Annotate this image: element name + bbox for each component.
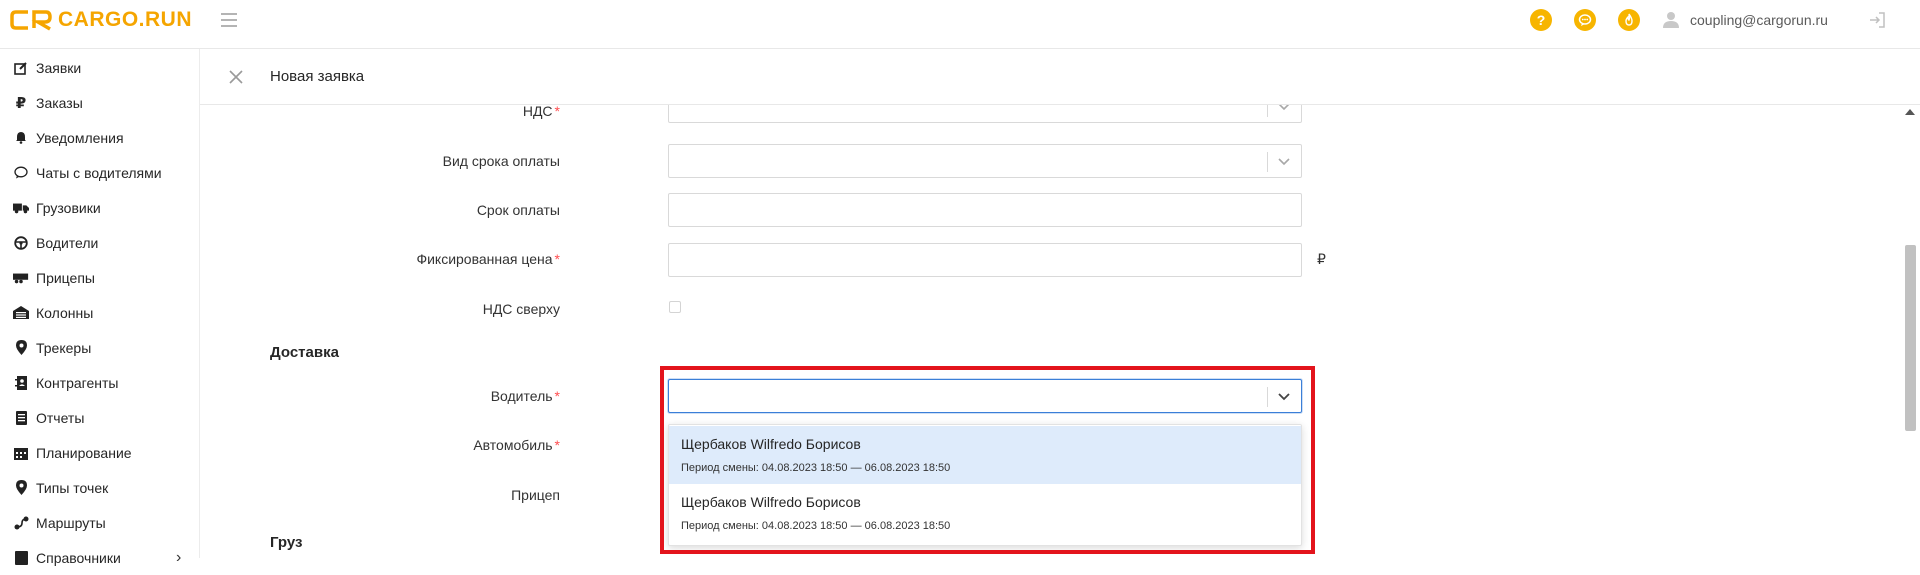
content-header: Новая заявка: [200, 49, 1920, 105]
sidebar-item-routes[interactable]: Маршруты: [0, 505, 199, 540]
driver-option[interactable]: Щербаков Wilfredo Борисов Период смены: …: [669, 426, 1301, 484]
map-pin-icon: [13, 340, 29, 356]
sidebar-item-point-types[interactable]: Типы точек: [0, 470, 199, 505]
contacts-icon: [13, 375, 29, 391]
driver-option-name: Щербаков Wilfredo Борисов: [681, 494, 861, 510]
scrollbar[interactable]: [1900, 105, 1920, 558]
driver-select[interactable]: [668, 379, 1302, 413]
steering-wheel-icon: [13, 235, 29, 251]
sidebar-item-notifications[interactable]: Уведомления: [0, 120, 199, 155]
ruble-icon: ₽: [15, 94, 27, 112]
sidebar-item-driver-chats[interactable]: Чаты с водителями: [0, 155, 199, 190]
user-avatar-icon: [1663, 12, 1679, 28]
driver-label: Водитель *: [490, 388, 560, 404]
truck-icon: [13, 200, 29, 216]
page-title: Новая заявка: [270, 68, 365, 85]
sidebar-item-label: Уведомления: [36, 129, 124, 146]
edit-icon: [13, 60, 29, 76]
payment-term-type-label: Вид срока оплаты: [442, 153, 560, 169]
garage-icon: [13, 305, 29, 321]
delivery-section-title: Доставка: [270, 344, 339, 361]
chevron-down-icon: [1278, 105, 1290, 111]
nds-on-top-checkbox[interactable]: [669, 301, 681, 313]
sidebar-item-contractors[interactable]: Контрагенты: [0, 365, 199, 400]
vehicle-label: Автомобиль *: [473, 437, 560, 453]
scroll-up-icon[interactable]: [1905, 109, 1915, 115]
cargo-section-title: Груз: [270, 534, 303, 551]
sidebar-item-trailers[interactable]: Прицепы: [0, 260, 199, 295]
sidebar-item-label: Типы точек: [36, 479, 109, 496]
sidebar-item-requests[interactable]: Заявки: [0, 50, 199, 85]
report-icon: [13, 410, 29, 426]
sidebar-item-orders[interactable]: ₽ Заказы: [0, 85, 199, 120]
driver-option[interactable]: Щербаков Wilfredo Борисов Период смены: …: [669, 484, 1301, 542]
logo[interactable]: CARGO.RUN: [10, 7, 192, 33]
chat-bubble-icon: [13, 165, 29, 181]
sidebar-item-label: Контрагенты: [36, 374, 119, 391]
payment-term-type-select[interactable]: [668, 144, 1302, 178]
help-icon[interactable]: ?: [1530, 9, 1552, 31]
fire-icon[interactable]: [1618, 9, 1640, 31]
sidebar-item-label: Колонны: [36, 304, 94, 321]
menu-toggle-icon[interactable]: [221, 13, 237, 27]
calendar-icon: [13, 445, 29, 461]
sidebar-item-trackers[interactable]: Трекеры: [0, 330, 199, 365]
trailer-label: Прицеп: [511, 487, 560, 503]
sidebar-item-reports[interactable]: Отчеты: [0, 400, 199, 435]
driver-dropdown: Щербаков Wilfredo Борисов Период смены: …: [668, 424, 1302, 546]
sidebar-item-drivers[interactable]: Водители: [0, 225, 199, 260]
nds-on-top-label: НДС сверху: [482, 301, 560, 317]
currency-symbol: ₽: [1317, 251, 1326, 267]
route-icon: [13, 515, 29, 531]
logo-mark-icon: [10, 10, 52, 31]
sidebar-item-planning[interactable]: Планирование: [0, 435, 199, 470]
sidebar-item-label: Заказы: [36, 94, 83, 111]
sidebar-item-label: Отчеты: [36, 409, 85, 426]
request-form: НДС * Вид срока оплаты Срок оплаты Фиксир…: [200, 105, 1900, 558]
sidebar-item-label: Грузовики: [36, 199, 101, 216]
sidebar-item-label: Планирование: [36, 444, 132, 461]
driver-option-period: Период смены: 04.08.2023 18:50 — 06.08.2…: [681, 520, 951, 532]
sidebar-item-label: Заявки: [36, 59, 82, 76]
sidebar: Заявки ₽ Заказы Уведомления Чаты с водит…: [0, 49, 200, 566]
chat-icon[interactable]: [1574, 9, 1596, 31]
sidebar-item-label: Прицепы: [36, 269, 95, 286]
chevron-down-icon: [1278, 393, 1290, 401]
sidebar-item-label: Водители: [36, 234, 99, 251]
driver-option-period: Период смены: 04.08.2023 18:50 — 06.08.2…: [681, 462, 951, 474]
bell-icon: [13, 130, 29, 146]
nds-label: НДС *: [522, 105, 560, 119]
sidebar-item-label: Маршруты: [36, 514, 106, 531]
payment-term-input[interactable]: [668, 193, 1302, 227]
chevron-down-icon: [1278, 158, 1290, 166]
fixed-price-input[interactable]: [668, 243, 1302, 277]
top-header: CARGO.RUN ? coupling@cargorun.ru: [0, 0, 1920, 49]
scroll-thumb[interactable]: [1905, 245, 1916, 431]
sidebar-item-label: Чаты с водителями: [36, 164, 162, 181]
nds-select[interactable]: [668, 105, 1302, 123]
payment-term-label: Срок оплаты: [476, 202, 560, 218]
map-pin-icon: [13, 480, 29, 496]
logout-icon[interactable]: [1868, 11, 1886, 29]
sidebar-item-columns[interactable]: Колонны: [0, 295, 199, 330]
logo-text: CARGO.RUN: [58, 8, 192, 31]
fixed-price-label: Фиксированная цена *: [416, 251, 560, 267]
sidebar-item-label: Трекеры: [36, 339, 92, 356]
user-email[interactable]: coupling@cargorun.ru: [1690, 12, 1828, 28]
driver-option-name: Щербаков Wilfredo Борисов: [681, 436, 861, 452]
sidebar-item-trucks[interactable]: Грузовики: [0, 190, 199, 225]
trailer-icon: [13, 270, 29, 286]
close-icon[interactable]: [228, 69, 244, 85]
